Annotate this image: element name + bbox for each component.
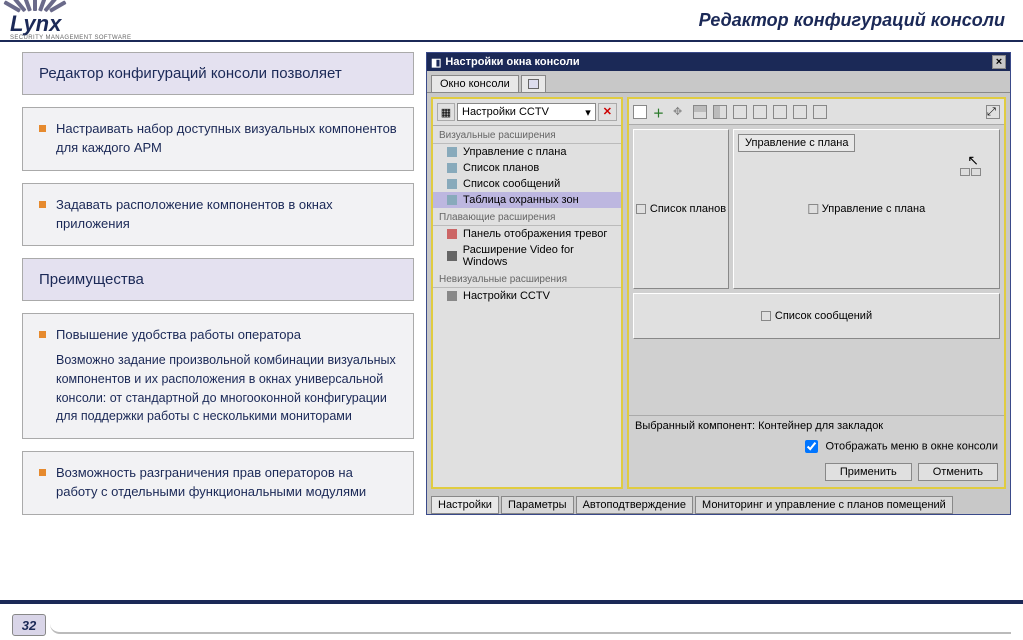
right-pane: ＋ ✥ ⤢ Список планов Управление с плана ↖ [627, 97, 1006, 489]
layout1-icon[interactable] [733, 105, 747, 119]
top-tabs: Окно консоли [427, 71, 1010, 93]
advantage-body: Возможно задание произвольной комбинации… [56, 351, 397, 426]
swoosh-decoration [50, 624, 1011, 634]
plan-icon [447, 147, 457, 157]
new-icon[interactable] [633, 105, 647, 119]
tree-item[interactable]: Панель отображения тревог [433, 226, 621, 242]
intro-title: Редактор конфигураций консоли позволяет [39, 65, 397, 82]
cell-tab-container[interactable]: Управление с плана ↖ Управление с плана [733, 129, 1000, 289]
messages-icon [761, 311, 771, 321]
tab-params[interactable]: Параметры [501, 496, 574, 514]
split-h-icon[interactable] [693, 105, 707, 119]
config-dropdown[interactable]: Настройки CCTV▾ [457, 103, 596, 121]
tab-autoconfirm[interactable]: Автоподтверждение [576, 496, 693, 514]
section-visual: Визуальные расширения [433, 126, 621, 144]
show-menu-checkbox[interactable] [805, 440, 818, 453]
advantage-panel-1: Повышение удобства работы оператора Возм… [22, 313, 414, 439]
mini-layout-icon [960, 168, 981, 176]
layout-canvas[interactable]: Список планов Управление с плана ↖ Управ… [629, 125, 1004, 415]
messages-icon [447, 179, 457, 189]
layout5-icon[interactable] [813, 105, 827, 119]
advantage-panel-2: Возможность разграничения прав операторо… [22, 451, 414, 515]
apply-button[interactable]: Применить [825, 463, 912, 481]
bullet-icon [39, 469, 46, 476]
alarm-icon [447, 229, 457, 239]
page-number: 32 [12, 614, 46, 636]
layout4-icon[interactable] [793, 105, 807, 119]
logo-text: Lynx [10, 11, 131, 37]
close-icon[interactable]: × [992, 55, 1006, 69]
split-v-icon[interactable] [713, 105, 727, 119]
logo-area: Lynx SECURITY MANAGEMENT SOFTWARE [10, 0, 131, 41]
zones-icon [447, 195, 457, 205]
layout-toolbar: ＋ ✥ ⤢ [629, 99, 1004, 125]
section-nonvisual: Невизуальные расширения [433, 270, 621, 288]
checkbox-label: Отображать меню в окне консоли [825, 440, 998, 452]
menu-checkbox-row: Отображать меню в окне консоли [629, 436, 1004, 457]
footer: 32 [0, 600, 1023, 640]
expand-icon[interactable]: ⤢ [986, 105, 1000, 119]
tab-new[interactable] [521, 75, 546, 92]
tab-monitoring[interactable]: Мониторинг и управление с планов помещен… [695, 496, 953, 514]
window-title: Настройки окна консоли [445, 56, 579, 68]
left-pane: ▦ Настройки CCTV▾ ✕ Визуальные расширени… [431, 97, 623, 489]
tree-item[interactable]: Настройки CCTV [433, 288, 621, 304]
tab-console-window[interactable]: Окно консоли [431, 75, 519, 92]
window-icon [528, 79, 539, 89]
preset-icon[interactable]: ▦ [437, 103, 455, 121]
bullet-icon [39, 201, 46, 208]
logo-subtitle: SECURITY MANAGEMENT SOFTWARE [10, 35, 131, 41]
layout2-icon[interactable] [753, 105, 767, 119]
cell-plans[interactable]: Список планов [633, 129, 729, 289]
cell-control-label: Управление с плана [822, 203, 925, 215]
layout3-icon[interactable] [773, 105, 787, 119]
settings-icon [447, 291, 457, 301]
app-window: ◧ Настройки окна консоли × Окно консоли … [426, 52, 1011, 515]
delete-icon[interactable]: ✕ [598, 103, 617, 121]
bullet-icon [39, 331, 46, 338]
logo-fan-icon [18, 0, 131, 11]
add-icon[interactable]: ＋ [653, 105, 667, 119]
cursor-icon: ↖ [967, 152, 979, 169]
bottom-tabs: Настройки Параметры Автоподтверждение Мо… [427, 493, 1010, 514]
intro-panel: Редактор конфигураций консоли позволяет [22, 52, 414, 95]
list-icon [636, 204, 646, 214]
move-icon[interactable]: ✥ [673, 105, 687, 119]
advantages-panel: Преимущества [22, 258, 414, 301]
titlebar: ◧ Настройки окна консоли × [427, 53, 1010, 71]
video-icon [447, 251, 457, 261]
feature-panel-2: Задавать расположение компонентов в окна… [22, 183, 414, 247]
feature-text: Настраивать набор доступных визуальных к… [56, 120, 397, 158]
tab-settings[interactable]: Настройки [431, 496, 499, 514]
tab-chip[interactable]: Управление с плана [738, 134, 855, 152]
window-icon: ◧ [431, 56, 441, 69]
page-title: Редактор конфигураций консоли [699, 10, 1005, 31]
plan-icon [808, 204, 818, 214]
tree-item[interactable]: Управление с плана [433, 144, 621, 160]
list-icon [447, 163, 457, 173]
advantage-title: Повышение удобства работы оператора [56, 326, 301, 345]
tree-item-selected[interactable]: Таблица охранных зон [433, 192, 621, 208]
advantage-text: Возможность разграничения прав операторо… [56, 464, 397, 502]
bullet-icon [39, 125, 46, 132]
feature-text: Задавать расположение компонентов в окна… [56, 196, 397, 234]
section-floating: Плавающие расширения [433, 208, 621, 226]
tree-item[interactable]: Список планов [433, 160, 621, 176]
tree-item[interactable]: Расширение Video for Windows [433, 242, 621, 270]
cancel-button[interactable]: Отменить [918, 463, 998, 481]
tree-item[interactable]: Список сообщений [433, 176, 621, 192]
cell-messages[interactable]: Список сообщений [633, 293, 1000, 339]
feature-panel-1: Настраивать набор доступных визуальных к… [22, 107, 414, 171]
advantages-title: Преимущества [39, 271, 397, 288]
header: Lynx SECURITY MANAGEMENT SOFTWARE Редакт… [0, 0, 1023, 42]
selected-component-label: Выбранный компонент: Контейнер для закла… [629, 415, 1004, 436]
